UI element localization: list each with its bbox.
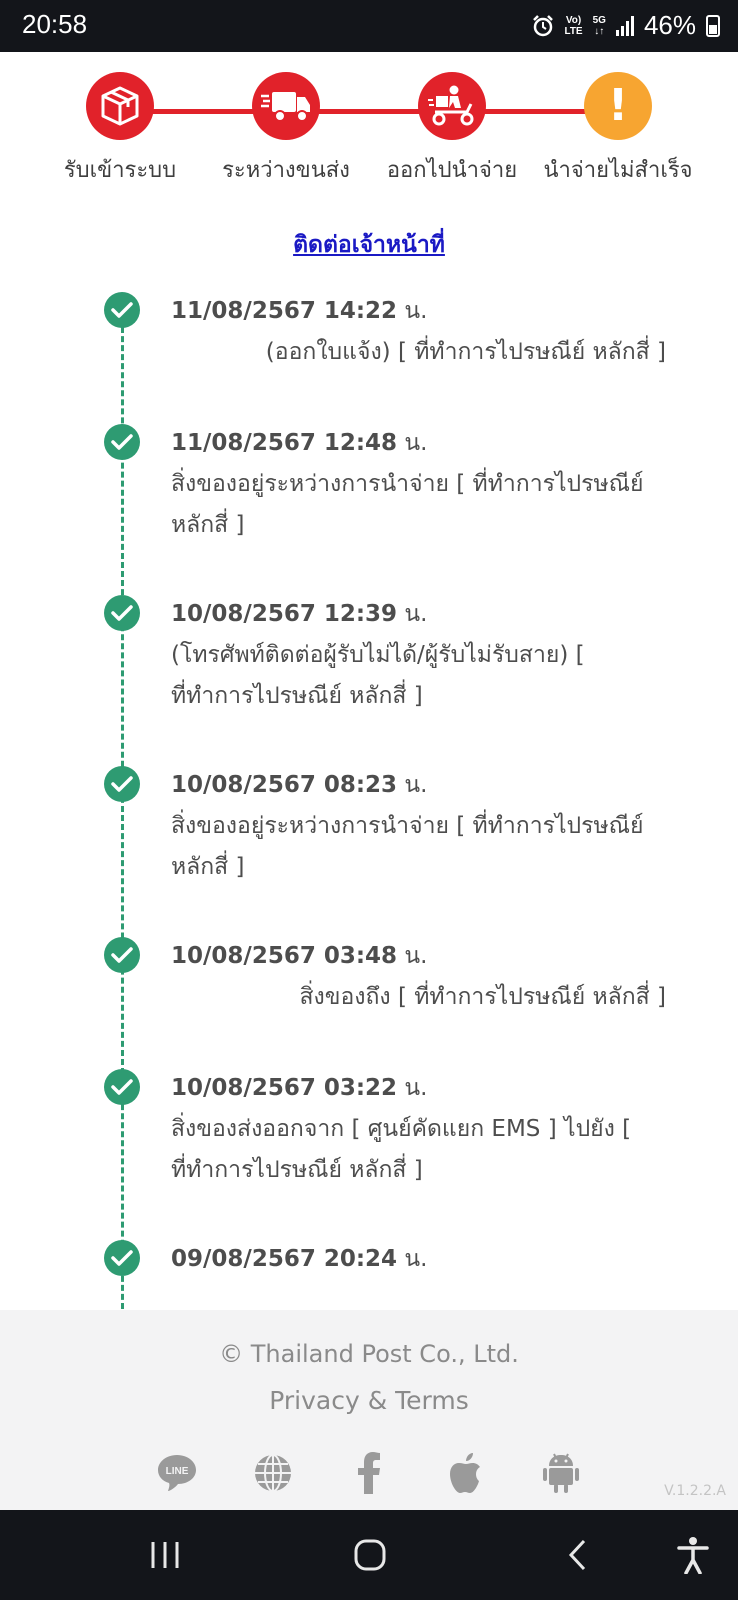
accessibility-button[interactable] [668,1532,718,1578]
copyright-text: © Thailand Post Co., Ltd. [219,1340,519,1368]
home-icon [354,1539,386,1571]
step-delivery-failed: ! นำจ่ายไม่สำเร็จ [518,72,718,187]
event-description: สิ่งของอยู่ระหว่างการนำจ่าย [ ที่ทำการไป… [171,813,644,880]
event-description: สิ่งของส่งออกจาก [ ศูนย์คัดแยก EMS ] ไปย… [171,1116,632,1183]
accessibility-icon [677,1537,709,1574]
event-date: 10/08/2567 03:22 [171,1075,398,1101]
battery-icon [706,14,720,37]
event-date: 10/08/2567 12:39 [171,601,398,627]
check-icon [104,1069,140,1105]
exclamation-icon: ! [607,80,629,131]
delivery-progress: รับเข้าระบบ ระหว่างขนส่ง ออกไปนำจ่าย ! น… [0,72,738,192]
event-description: สิ่งของอยู่ระหว่างการนำจ่าย [ ที่ทำการไป… [171,471,644,538]
signal-icon [615,15,634,36]
event-description: สิ่งของถึง [ ที่ทำการไปรษณีย์ หลักสี่ ] [299,984,666,1010]
line-icon[interactable]: LINE [154,1450,200,1496]
recent-apps-icon [151,1542,179,1568]
volte-bottom: LTE [564,25,583,37]
check-icon [104,424,140,460]
step-circle [418,72,486,140]
event-unit: น. [404,1075,428,1101]
event-unit: น. [404,772,428,798]
check-icon [104,595,140,631]
app-version: V.1.2.2.A [664,1483,726,1499]
timeline-dashed-line [121,318,124,1310]
privacy-terms-link[interactable]: Privacy & Terms [0,1386,738,1415]
event-date: 11/08/2567 14:22 [171,298,398,324]
event-unit: น. [404,943,428,969]
event-datetime: 11/08/2567 14:22 น. [171,293,427,329]
tracking-timeline: 11/08/2567 14:22 น. (ออกใบแจ้ง) [ ที่ทำก… [0,288,738,1310]
contact-staff-link[interactable]: ติดต่อเจ้าหน้าที่ [0,227,738,263]
status-bar: 20:58 Vo) LTE 5G ↓↑ 46% [0,0,738,52]
recent-apps-button[interactable] [140,1532,190,1578]
battery-percent: 46% [643,10,696,40]
step-circle [86,72,154,140]
back-button[interactable] [552,1532,602,1578]
status-icons: Vo) LTE 5G ↓↑ 46% [532,10,720,41]
event-datetime: 11/08/2567 12:48 น. [171,425,427,461]
event-unit: น. [404,601,428,627]
event-datetime: 10/08/2567 08:23 น. [171,767,427,803]
globe-icon[interactable] [250,1450,296,1496]
apple-icon[interactable] [442,1450,488,1496]
line-logo-text: LINE [166,1466,189,1477]
event-unit: น. [404,298,428,324]
check-icon [104,766,140,802]
volte-icon: Vo) LTE [564,15,582,37]
event-datetime: 09/08/2567 20:24 น. [171,1241,427,1277]
step-label: นำจ่ายไม่สำเร็จ [543,158,693,183]
event-datetime: 10/08/2567 03:22 น. [171,1070,427,1106]
facebook-icon[interactable] [346,1450,392,1496]
volte-top: Vo) [565,14,582,26]
5g-icon: 5G ↓↑ [593,15,606,37]
event-date: 11/08/2567 12:48 [171,430,398,456]
event-datetime: 10/08/2567 03:48 น. [171,938,427,974]
truck-icon [261,92,310,122]
event-unit: น. [404,430,428,456]
scooter-delivery-icon [428,85,474,126]
check-icon [104,937,140,973]
status-time: 20:58 [22,9,88,39]
event-datetime: 10/08/2567 12:39 น. [171,596,427,632]
5g-bottom: ↓↑ [594,25,605,37]
android-icon[interactable] [538,1450,584,1496]
event-date: 10/08/2567 03:48 [171,943,398,969]
footer: © Thailand Post Co., Ltd. Privacy & Term… [0,1310,738,1510]
5g-top: 5G [592,14,606,26]
check-icon [104,292,140,328]
event-date: 09/08/2567 20:24 [171,1246,398,1272]
event-unit: น. [404,1246,428,1272]
back-icon [568,1539,586,1571]
event-description: (โทรศัพท์ติดต่อผู้รับไม่ได้/ผู้รับไม่รับ… [171,642,585,709]
event-description: (ออกใบแจ้ง) [ ที่ทำการไปรษณีย์ หลักสี่ ] [265,339,666,365]
package-icon [101,86,139,126]
system-nav-bar [0,1510,738,1600]
step-circle [252,72,320,140]
step-circle-warning: ! [584,72,652,140]
home-button[interactable] [345,1532,395,1578]
event-date: 10/08/2567 08:23 [171,772,398,798]
check-icon [104,1240,140,1276]
alarm-icon [533,14,554,36]
